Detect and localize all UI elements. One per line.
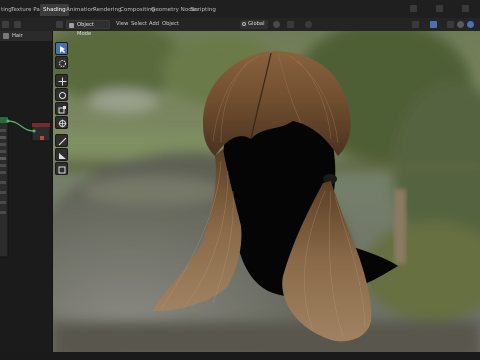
3d-cursor-icon (59, 60, 66, 67)
shading-solid-icon[interactable] (457, 21, 464, 28)
menu-select[interactable]: Select (131, 20, 147, 29)
transform-icon (58, 119, 67, 128)
measure-icon (59, 153, 66, 159)
snap-icon[interactable] (287, 21, 294, 28)
overlays-icon[interactable] (430, 21, 437, 28)
add-cube-tool[interactable] (55, 162, 68, 175)
input-socket (32, 129, 36, 133)
node-editor-canvas[interactable] (0, 41, 52, 353)
annotate-tool[interactable] (55, 134, 68, 147)
rotate-tool[interactable] (55, 88, 68, 101)
tab-scripting[interactable]: Scripting (188, 4, 219, 16)
move-tool[interactable] (55, 74, 68, 87)
object-mode-icon (69, 23, 74, 28)
transform-orientation[interactable]: Global (240, 20, 268, 29)
output-node-header (32, 123, 50, 127)
cursor-arrow-icon (60, 46, 65, 53)
node-graph (0, 116, 51, 258)
workspace-bar: ting Texture Paint Shading Animation Ren… (0, 0, 480, 19)
menu-object[interactable]: Object (162, 20, 179, 29)
visibility-icon[interactable] (412, 21, 419, 28)
xray-icon[interactable] (447, 21, 454, 28)
mode-selector[interactable]: Object Mode (66, 20, 110, 37)
transform-tool[interactable] (55, 116, 68, 129)
pivot-icon[interactable] (273, 21, 280, 28)
node-header (0, 117, 8, 123)
move-icon (58, 77, 67, 86)
rotate-icon (59, 92, 66, 99)
tool-shelf (55, 42, 69, 175)
menu-view[interactable]: View (116, 20, 128, 29)
node-link (7, 120, 35, 132)
shading-render-icon[interactable] (467, 21, 474, 28)
shader-socket (40, 136, 44, 140)
proportional-edit-icon[interactable] (305, 21, 312, 28)
scale-icon (58, 106, 66, 114)
cursor-tool[interactable] (55, 56, 68, 69)
add-cube-icon (58, 166, 66, 174)
object-icon[interactable] (14, 21, 21, 28)
annotate-icon (58, 137, 67, 146)
output-socket (6, 119, 10, 123)
3d-viewport[interactable] (53, 31, 480, 353)
scale-tool[interactable] (55, 102, 68, 115)
status-bar (0, 352, 480, 360)
view-layer-icon[interactable] (436, 5, 443, 12)
editor-type-icon[interactable] (2, 21, 9, 28)
object-name: Hair (12, 33, 23, 39)
global-axis-icon (242, 22, 246, 26)
viewport-editor-type-icon[interactable] (56, 21, 63, 28)
measure-tool[interactable] (55, 148, 68, 161)
orientation-label: Global (248, 21, 265, 27)
scene-icon[interactable] (410, 5, 417, 12)
object-selector[interactable]: Hair (0, 31, 52, 41)
object-mesh-icon (3, 33, 9, 39)
viewport-render (53, 31, 480, 353)
background-post (394, 189, 406, 264)
select-tool[interactable] (55, 42, 68, 55)
render-icon[interactable] (462, 5, 469, 12)
menu-add[interactable]: Add (149, 20, 159, 29)
